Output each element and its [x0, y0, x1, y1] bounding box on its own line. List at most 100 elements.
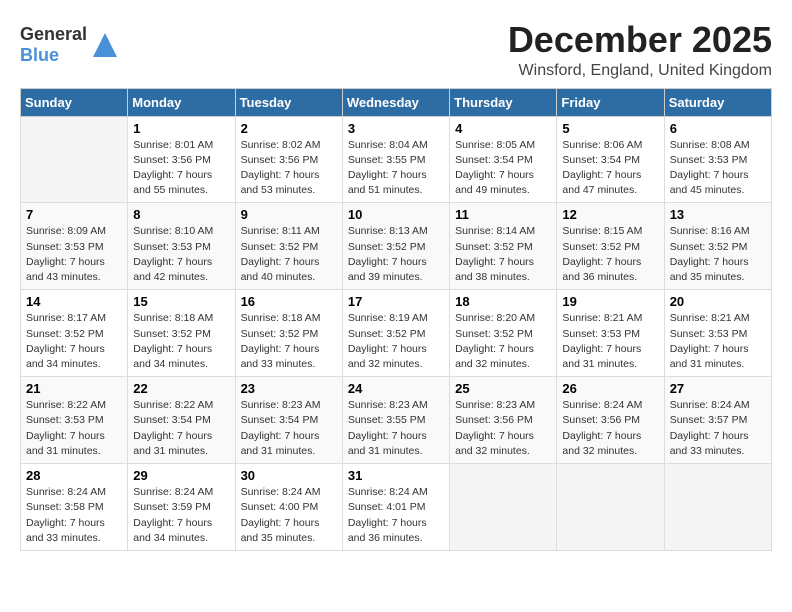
day-number: 16	[241, 294, 337, 309]
day-info: Sunrise: 8:13 AM Sunset: 3:52 PM Dayligh…	[348, 224, 444, 285]
day-number: 23	[241, 381, 337, 396]
day-info: Sunrise: 8:24 AM Sunset: 4:00 PM Dayligh…	[241, 485, 337, 546]
day-number: 7	[26, 207, 122, 222]
day-number: 24	[348, 381, 444, 396]
day-number: 27	[670, 381, 766, 396]
calendar-cell: 22 Sunrise: 8:22 AM Sunset: 3:54 PM Dayli…	[128, 377, 235, 464]
day-info: Sunrise: 8:15 AM Sunset: 3:52 PM Dayligh…	[562, 224, 658, 285]
day-number: 12	[562, 207, 658, 222]
calendar-header-row: SundayMondayTuesdayWednesdayThursdayFrid…	[21, 88, 772, 116]
logo-text: General Blue	[20, 24, 87, 66]
calendar-cell	[557, 464, 664, 551]
day-info: Sunrise: 8:04 AM Sunset: 3:55 PM Dayligh…	[348, 138, 444, 199]
day-info: Sunrise: 8:10 AM Sunset: 3:53 PM Dayligh…	[133, 224, 229, 285]
calendar-cell: 9 Sunrise: 8:11 AM Sunset: 3:52 PM Daylig…	[235, 203, 342, 290]
calendar-cell: 6 Sunrise: 8:08 AM Sunset: 3:53 PM Daylig…	[664, 116, 771, 203]
day-header-friday: Friday	[557, 88, 664, 116]
day-info: Sunrise: 8:24 AM Sunset: 3:56 PM Dayligh…	[562, 398, 658, 459]
calendar-cell: 26Sunrise: 8:24 AM Sunset: 3:56 PM Dayli…	[557, 377, 664, 464]
day-number: 25	[455, 381, 551, 396]
calendar-cell: 1 Sunrise: 8:01 AM Sunset: 3:56 PM Daylig…	[128, 116, 235, 203]
day-info: Sunrise: 8:24 AM Sunset: 3:57 PM Dayligh…	[670, 398, 766, 459]
day-header-thursday: Thursday	[450, 88, 557, 116]
day-info: Sunrise: 8:05 AM Sunset: 3:54 PM Dayligh…	[455, 138, 551, 199]
day-number: 18	[455, 294, 551, 309]
day-header-monday: Monday	[128, 88, 235, 116]
calendar-cell: 7 Sunrise: 8:09 AM Sunset: 3:53 PM Daylig…	[21, 203, 128, 290]
calendar-cell: 28 Sunrise: 8:24 AM Sunset: 3:58 PM Dayli…	[21, 464, 128, 551]
day-header-sunday: Sunday	[21, 88, 128, 116]
day-info: Sunrise: 8:08 AM Sunset: 3:53 PM Dayligh…	[670, 138, 766, 199]
month-title: December 2025	[508, 20, 772, 60]
calendar-cell: 16 Sunrise: 8:18 AM Sunset: 3:52 PM Dayli…	[235, 290, 342, 377]
logo: General Blue	[20, 24, 119, 66]
day-number: 28	[26, 468, 122, 483]
day-number: 21	[26, 381, 122, 396]
day-info: Sunrise: 8:11 AM Sunset: 3:52 PM Dayligh…	[241, 224, 337, 285]
day-info: Sunrise: 8:23 AM Sunset: 3:56 PM Dayligh…	[455, 398, 551, 459]
day-number: 19	[562, 294, 658, 309]
day-info: Sunrise: 8:14 AM Sunset: 3:52 PM Dayligh…	[455, 224, 551, 285]
day-number: 2	[241, 121, 337, 136]
calendar-cell: 31Sunrise: 8:24 AM Sunset: 4:01 PM Dayli…	[342, 464, 449, 551]
day-info: Sunrise: 8:01 AM Sunset: 3:56 PM Dayligh…	[133, 138, 229, 199]
page-header: General Blue December 2025 Winsford, Eng…	[20, 20, 772, 80]
day-number: 14	[26, 294, 122, 309]
calendar-cell: 19 Sunrise: 8:21 AM Sunset: 3:53 PM Dayli…	[557, 290, 664, 377]
day-number: 29	[133, 468, 229, 483]
day-info: Sunrise: 8:23 AM Sunset: 3:55 PM Dayligh…	[348, 398, 444, 459]
calendar-cell	[450, 464, 557, 551]
calendar-cell: 11 Sunrise: 8:14 AM Sunset: 3:52 PM Dayli…	[450, 203, 557, 290]
calendar-cell: 15 Sunrise: 8:18 AM Sunset: 3:52 PM Dayli…	[128, 290, 235, 377]
calendar-cell: 10 Sunrise: 8:13 AM Sunset: 3:52 PM Dayli…	[342, 203, 449, 290]
day-info: Sunrise: 8:24 AM Sunset: 3:59 PM Dayligh…	[133, 485, 229, 546]
calendar-cell: 8 Sunrise: 8:10 AM Sunset: 3:53 PM Daylig…	[128, 203, 235, 290]
day-number: 1	[133, 121, 229, 136]
calendar-cell: 13Sunrise: 8:16 AM Sunset: 3:52 PM Dayli…	[664, 203, 771, 290]
calendar-cell	[664, 464, 771, 551]
day-info: Sunrise: 8:18 AM Sunset: 3:52 PM Dayligh…	[241, 311, 337, 372]
day-number: 17	[348, 294, 444, 309]
day-info: Sunrise: 8:24 AM Sunset: 4:01 PM Dayligh…	[348, 485, 444, 546]
day-number: 15	[133, 294, 229, 309]
day-number: 4	[455, 121, 551, 136]
calendar-week-row: 7 Sunrise: 8:09 AM Sunset: 3:53 PM Daylig…	[21, 203, 772, 290]
title-block: December 2025 Winsford, England, United …	[508, 20, 772, 80]
calendar-cell: 4 Sunrise: 8:05 AM Sunset: 3:54 PM Daylig…	[450, 116, 557, 203]
day-info: Sunrise: 8:23 AM Sunset: 3:54 PM Dayligh…	[241, 398, 337, 459]
day-number: 20	[670, 294, 766, 309]
day-info: Sunrise: 8:06 AM Sunset: 3:54 PM Dayligh…	[562, 138, 658, 199]
calendar-week-row: 21 Sunrise: 8:22 AM Sunset: 3:53 PM Dayli…	[21, 377, 772, 464]
calendar-cell: 20 Sunrise: 8:21 AM Sunset: 3:53 PM Dayli…	[664, 290, 771, 377]
day-info: Sunrise: 8:21 AM Sunset: 3:53 PM Dayligh…	[562, 311, 658, 372]
day-number: 8	[133, 207, 229, 222]
calendar-table: SundayMondayTuesdayWednesdayThursdayFrid…	[20, 88, 772, 551]
calendar-cell: 24 Sunrise: 8:23 AM Sunset: 3:55 PM Dayli…	[342, 377, 449, 464]
day-number: 11	[455, 207, 551, 222]
day-info: Sunrise: 8:16 AM Sunset: 3:52 PM Dayligh…	[670, 224, 766, 285]
calendar-cell: 29 Sunrise: 8:24 AM Sunset: 3:59 PM Dayli…	[128, 464, 235, 551]
day-info: Sunrise: 8:09 AM Sunset: 3:53 PM Dayligh…	[26, 224, 122, 285]
calendar-cell	[21, 116, 128, 203]
day-number: 9	[241, 207, 337, 222]
calendar-cell: 27 Sunrise: 8:24 AM Sunset: 3:57 PM Dayli…	[664, 377, 771, 464]
day-number: 10	[348, 207, 444, 222]
day-number: 6	[670, 121, 766, 136]
calendar-cell: 2Sunrise: 8:02 AM Sunset: 3:56 PM Daylig…	[235, 116, 342, 203]
calendar-week-row: 1 Sunrise: 8:01 AM Sunset: 3:56 PM Daylig…	[21, 116, 772, 203]
calendar-cell: 21 Sunrise: 8:22 AM Sunset: 3:53 PM Dayli…	[21, 377, 128, 464]
calendar-cell: 12 Sunrise: 8:15 AM Sunset: 3:52 PM Dayli…	[557, 203, 664, 290]
calendar-cell: 17Sunrise: 8:19 AM Sunset: 3:52 PM Dayli…	[342, 290, 449, 377]
day-info: Sunrise: 8:24 AM Sunset: 3:58 PM Dayligh…	[26, 485, 122, 546]
day-info: Sunrise: 8:21 AM Sunset: 3:53 PM Dayligh…	[670, 311, 766, 372]
calendar-cell: 30Sunrise: 8:24 AM Sunset: 4:00 PM Dayli…	[235, 464, 342, 551]
day-number: 22	[133, 381, 229, 396]
calendar-week-row: 14Sunrise: 8:17 AM Sunset: 3:52 PM Dayli…	[21, 290, 772, 377]
day-info: Sunrise: 8:18 AM Sunset: 3:52 PM Dayligh…	[133, 311, 229, 372]
calendar-week-row: 28 Sunrise: 8:24 AM Sunset: 3:58 PM Dayli…	[21, 464, 772, 551]
day-number: 5	[562, 121, 658, 136]
day-info: Sunrise: 8:22 AM Sunset: 3:53 PM Dayligh…	[26, 398, 122, 459]
day-info: Sunrise: 8:22 AM Sunset: 3:54 PM Dayligh…	[133, 398, 229, 459]
day-header-wednesday: Wednesday	[342, 88, 449, 116]
calendar-cell: 18Sunrise: 8:20 AM Sunset: 3:52 PM Dayli…	[450, 290, 557, 377]
